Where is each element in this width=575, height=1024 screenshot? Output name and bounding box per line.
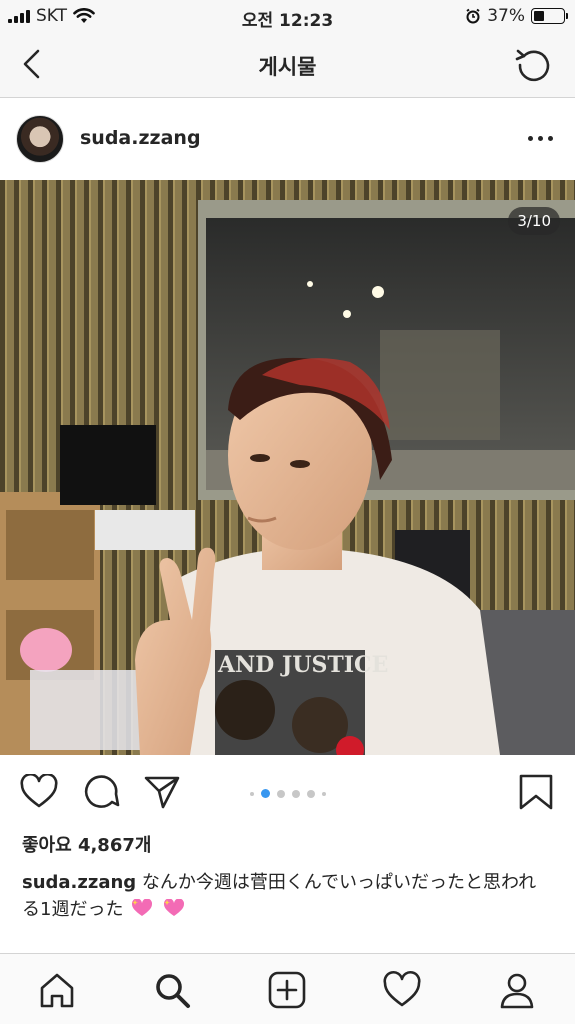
bookmark-icon[interactable] bbox=[517, 774, 555, 810]
carousel-dot bbox=[321, 791, 326, 796]
svg-text:AND JUSTICE: AND JUSTICE bbox=[217, 652, 388, 678]
carousel-dot bbox=[306, 789, 315, 798]
battery-icon bbox=[531, 8, 568, 24]
post-header: suda.zzang bbox=[0, 98, 575, 180]
profile-icon[interactable] bbox=[497, 970, 537, 1010]
refresh-icon[interactable] bbox=[515, 46, 553, 84]
post-photo[interactable]: AND JUSTICE 3/10 bbox=[0, 180, 575, 755]
sparkling-heart-emoji bbox=[132, 899, 153, 916]
post-actions bbox=[0, 760, 575, 824]
nav-header: 게시물 bbox=[0, 34, 575, 98]
sparkling-heart-emoji bbox=[163, 899, 184, 916]
page-title: 게시물 bbox=[258, 55, 317, 79]
new-post-icon[interactable] bbox=[267, 970, 307, 1010]
bottom-tab-bar bbox=[0, 953, 575, 1024]
home-icon[interactable] bbox=[37, 970, 77, 1010]
caption-username[interactable]: suda.zzang bbox=[22, 872, 136, 893]
battery-percent: 37% bbox=[487, 6, 525, 26]
more-horizontal-icon[interactable] bbox=[528, 136, 553, 141]
likes-count[interactable]: 좋아요 4,867개 bbox=[22, 831, 151, 857]
post-caption: suda.zzang なんか今週は菅田くんでいっぱいだったと思われる1週だった bbox=[22, 869, 552, 923]
alarm-icon bbox=[466, 8, 480, 24]
photo-counter: 3/10 bbox=[508, 207, 560, 235]
status-bar: SKT 오전 12:23 37% bbox=[0, 0, 575, 34]
carousel-indicator bbox=[0, 789, 575, 798]
battery-group: 37% bbox=[465, 6, 568, 26]
carousel-dot bbox=[249, 791, 254, 796]
carousel-dot-active bbox=[260, 789, 270, 798]
activity-heart-icon[interactable] bbox=[382, 970, 422, 1010]
post-username[interactable]: suda.zzang bbox=[80, 127, 201, 149]
search-icon[interactable] bbox=[152, 970, 192, 1010]
carousel-dot bbox=[291, 789, 300, 798]
avatar[interactable] bbox=[16, 115, 64, 163]
carousel-dot bbox=[276, 789, 285, 798]
battery-level bbox=[534, 11, 545, 21]
